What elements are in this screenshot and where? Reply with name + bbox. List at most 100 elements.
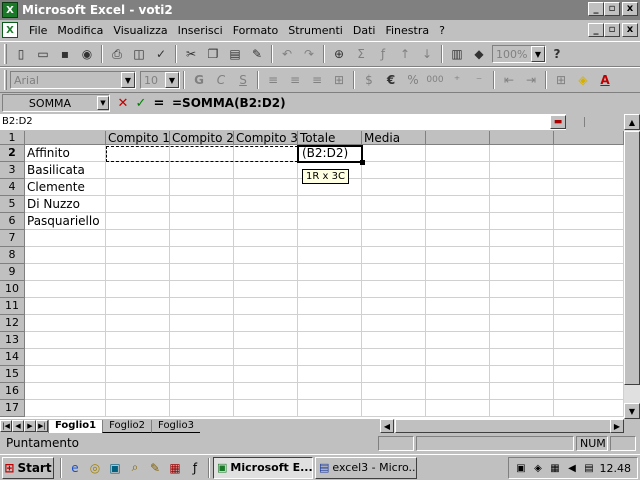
grid-cell[interactable]	[554, 196, 624, 213]
grid-cell[interactable]	[25, 366, 106, 383]
grid-cell[interactable]	[362, 162, 426, 179]
row-header[interactable]: 14	[0, 349, 25, 366]
grid-cell[interactable]	[298, 349, 362, 366]
font-color-icon[interactable]: A	[594, 70, 616, 90]
help-icon[interactable]: ?	[546, 44, 568, 64]
drawing-icon[interactable]: ◆	[468, 44, 490, 64]
grid-cell[interactable]	[298, 247, 362, 264]
grid-cell[interactable]	[554, 162, 624, 179]
grid-cell[interactable]	[25, 332, 106, 349]
cell-f1[interactable]: Media	[362, 131, 426, 145]
zoom-select[interactable]: 100% ▼	[492, 45, 546, 63]
name-box[interactable]: SOMMA ▼	[2, 94, 110, 112]
grid-cell[interactable]	[426, 247, 490, 264]
next-sheet-icon[interactable]: ▶	[24, 420, 36, 432]
collapse-dialog-icon[interactable]: ▬	[550, 115, 566, 129]
split-handle[interactable]	[584, 117, 586, 127]
grid-cell[interactable]	[426, 315, 490, 332]
col-header-h[interactable]	[490, 131, 554, 145]
grid-cell[interactable]	[234, 162, 298, 179]
increase-decimal-icon[interactable]: ⁺	[446, 70, 468, 90]
row-header[interactable]: 7	[0, 230, 25, 247]
internet-explorer-icon[interactable]: e	[65, 458, 85, 478]
outlook-icon[interactable]: ◎	[85, 458, 105, 478]
grid-cell[interactable]	[554, 298, 624, 315]
grid-cell[interactable]	[170, 179, 234, 196]
grid-cell[interactable]	[25, 230, 106, 247]
grid-cell[interactable]	[106, 247, 170, 264]
display-icon[interactable]: ▤	[581, 460, 597, 476]
menu-strumenti[interactable]: Strumenti	[283, 24, 348, 37]
sort-ascending-icon[interactable]: ↑	[394, 44, 416, 64]
cell-b1[interactable]: Compito 1	[106, 131, 170, 145]
restore-button[interactable]: ▫	[604, 2, 620, 16]
redo-icon[interactable]: ↷	[298, 44, 320, 64]
grid-cell[interactable]	[234, 196, 298, 213]
grid-cell[interactable]	[170, 264, 234, 281]
grid-cell[interactable]	[426, 281, 490, 298]
grid-cell[interactable]	[490, 366, 554, 383]
align-left-icon[interactable]: ≡	[262, 70, 284, 90]
save-icon[interactable]: ▪	[54, 44, 76, 64]
enter-button[interactable]: ✓	[132, 94, 150, 112]
row-header[interactable]: 5	[0, 196, 25, 213]
decrease-indent-icon[interactable]: ⇤	[498, 70, 520, 90]
format-painter-icon[interactable]: ✎	[246, 44, 268, 64]
grid-cell[interactable]	[490, 332, 554, 349]
desktop-icon[interactable]: ▣	[105, 458, 125, 478]
doc-restore-button[interactable]: ▫	[604, 23, 620, 37]
grid-cell[interactable]	[106, 179, 170, 196]
grid-cell[interactable]	[234, 213, 298, 230]
grid-cell[interactable]	[170, 349, 234, 366]
grid-cell[interactable]	[234, 264, 298, 281]
grid-cell[interactable]	[106, 281, 170, 298]
grid-cell[interactable]	[554, 230, 624, 247]
grid-cell[interactable]	[170, 281, 234, 298]
row-header[interactable]: 1	[0, 131, 25, 145]
grid-cell[interactable]	[106, 298, 170, 315]
last-sheet-icon[interactable]: ▶|	[36, 420, 48, 432]
currency-icon[interactable]: $	[358, 70, 380, 90]
scheduler-icon[interactable]: ▦	[547, 460, 563, 476]
grid-cell[interactable]	[554, 383, 624, 400]
grid-cell[interactable]	[362, 315, 426, 332]
grid-cell[interactable]	[298, 213, 362, 230]
grid-cell[interactable]	[170, 162, 234, 179]
excel-app-icon[interactable]: X	[2, 2, 18, 18]
first-sheet-icon[interactable]: |◀	[0, 420, 12, 432]
align-right-icon[interactable]: ≡	[306, 70, 328, 90]
grid-cell[interactable]	[362, 349, 426, 366]
row-header[interactable]: 9	[0, 264, 25, 281]
vertical-scrollbar[interactable]: ▲ ▼	[624, 114, 640, 419]
menu-visualizza[interactable]: Visualizza	[108, 24, 172, 37]
grid-cell[interactable]	[426, 179, 490, 196]
grid-cell[interactable]	[362, 179, 426, 196]
grid-cell[interactable]	[362, 281, 426, 298]
chevron-down-icon[interactable]: ▼	[165, 72, 179, 88]
decrease-decimal-icon[interactable]: ⁻	[468, 70, 490, 90]
grid-cell[interactable]	[362, 366, 426, 383]
cell-a6[interactable]: Pasquariello	[25, 213, 106, 230]
grid-cell[interactable]	[426, 264, 490, 281]
menu-formato[interactable]: Formato	[228, 24, 284, 37]
grid-cell[interactable]	[490, 179, 554, 196]
bold-button[interactable]: G	[188, 70, 210, 90]
grid-cell[interactable]	[490, 349, 554, 366]
row-header[interactable]: 4	[0, 179, 25, 196]
menu-inserisci[interactable]: Inserisci	[173, 24, 228, 37]
grid-cell[interactable]	[490, 281, 554, 298]
menu-modifica[interactable]: Modifica	[52, 24, 108, 37]
grid-cell[interactable]	[490, 247, 554, 264]
grid-cell[interactable]	[554, 179, 624, 196]
grid-cell[interactable]	[554, 145, 624, 162]
row-header[interactable]: 15	[0, 366, 25, 383]
grid-cell[interactable]	[490, 264, 554, 281]
fill-color-icon[interactable]: ◈	[572, 70, 594, 90]
menu-finestra[interactable]: Finestra	[380, 24, 434, 37]
percent-button[interactable]: %	[402, 70, 424, 90]
grid-cell[interactable]	[490, 162, 554, 179]
range-input[interactable]: B2:D2	[0, 114, 566, 130]
doc-close-button[interactable]: x	[622, 23, 638, 37]
row-header[interactable]: 3	[0, 162, 25, 179]
grid-cell[interactable]	[426, 230, 490, 247]
